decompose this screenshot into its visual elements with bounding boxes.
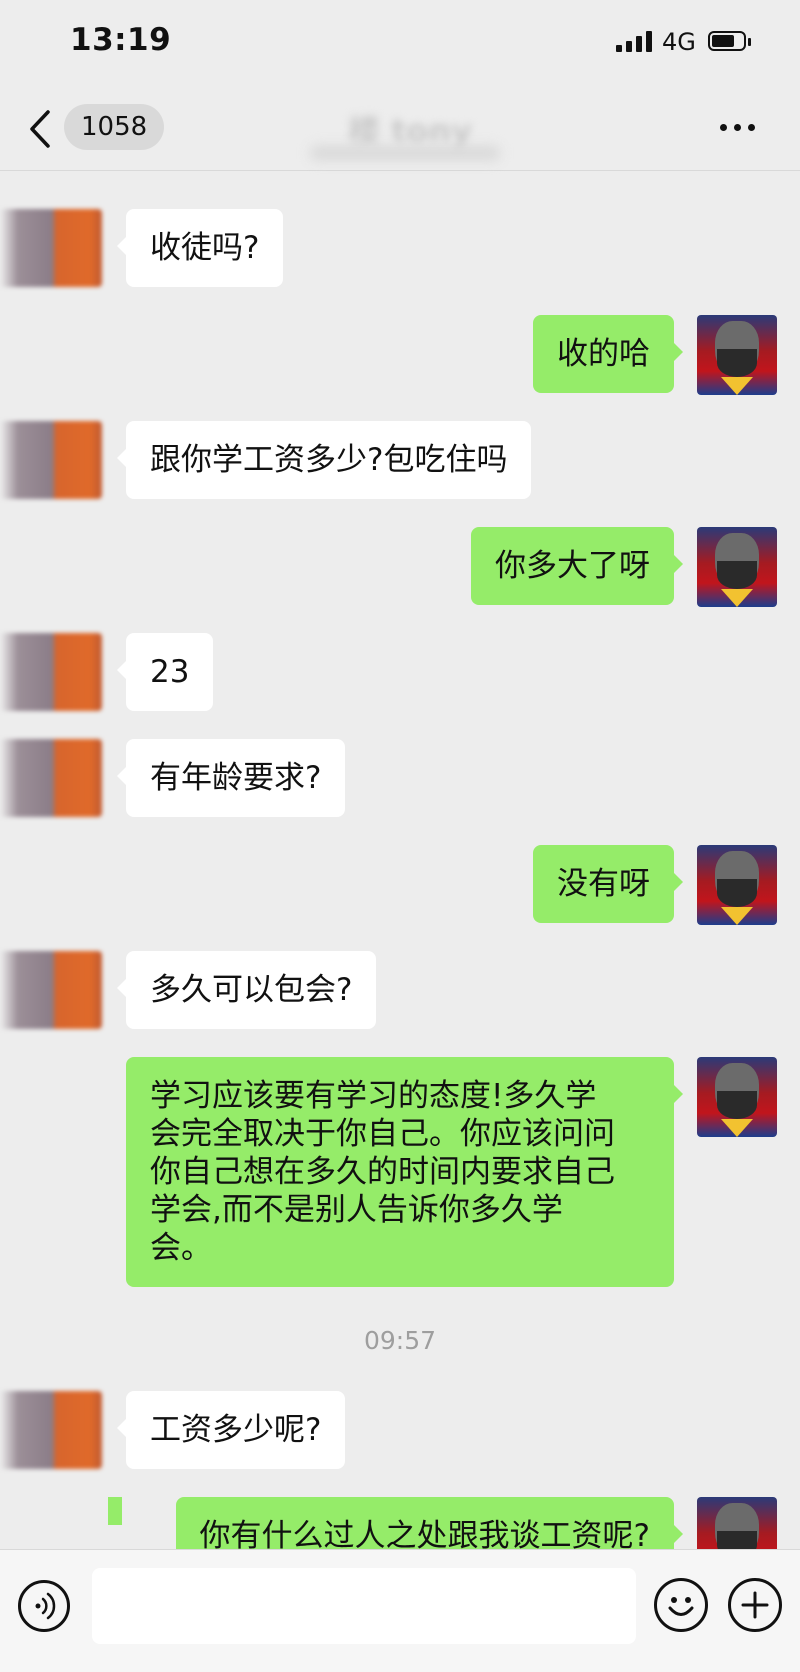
contact-avatar[interactable] [0, 633, 102, 711]
chat-input-bar [0, 1549, 800, 1672]
incoming-message-bubble[interactable]: 工资多少呢? [116, 1391, 346, 1469]
contact-avatar[interactable] [0, 209, 102, 287]
chat-subtitle-redacted [310, 146, 500, 160]
outgoing-message-bubble[interactable]: 收的哈 [533, 315, 683, 393]
chat-title: 楼 tony [347, 112, 473, 150]
incoming-message-bubble[interactable]: 收徒吗? [116, 209, 284, 287]
message-input[interactable] [92, 1568, 636, 1644]
my-avatar[interactable] [697, 1057, 777, 1137]
status-time: 13:19 [70, 22, 172, 58]
chat-header: 1058 楼 tony [0, 88, 800, 171]
incoming-message-bubble[interactable]: 23 [116, 633, 214, 711]
my-avatar[interactable] [697, 315, 777, 395]
my-avatar[interactable] [697, 1497, 777, 1549]
my-avatar[interactable] [697, 527, 777, 607]
contact-avatar[interactable] [0, 1391, 102, 1469]
emoji-icon[interactable] [654, 1578, 708, 1632]
voice-input-icon[interactable] [18, 1580, 70, 1632]
outgoing-message-bubble[interactable]: 你有什么过人之处跟我谈工资呢? [175, 1497, 684, 1549]
chevron-left-icon[interactable] [22, 106, 62, 152]
incoming-message-bubble[interactable]: 有年龄要求? [116, 739, 346, 817]
plus-icon[interactable] [728, 1578, 782, 1632]
outgoing-message-bubble[interactable]: 没有呀 [533, 845, 683, 923]
outgoing-message-bubble[interactable]: 学习应该要有学习的态度!多久学 会完全取决于你自己。你应该问问 你自己想在多久的… [126, 1057, 683, 1287]
message-list: 收徒吗? 收的哈 跟你学工资多少?包吃住吗 你多大了呀 23 有年龄要求? 没有… [0, 171, 800, 1549]
contact-avatar[interactable] [0, 739, 102, 817]
status-bar: 13:19 4G [0, 0, 800, 88]
incoming-message-bubble[interactable]: 多久可以包会? [116, 951, 377, 1029]
battery-icon [708, 31, 752, 53]
partial-bubble-edge [108, 1497, 122, 1525]
incoming-message-bubble[interactable]: 跟你学工资多少?包吃住吗 [116, 421, 532, 499]
my-avatar[interactable] [697, 845, 777, 925]
more-horizontal-icon[interactable] [720, 124, 760, 134]
outgoing-message-bubble[interactable]: 你多大了呀 [471, 527, 683, 605]
network-type: 4G [662, 28, 696, 56]
message-timestamp: 09:57 [363, 1326, 437, 1355]
unread-count-badge[interactable]: 1058 [64, 104, 165, 150]
contact-avatar[interactable] [0, 951, 102, 1029]
contact-avatar[interactable] [0, 421, 102, 499]
cellular-signal-icon [616, 30, 654, 52]
